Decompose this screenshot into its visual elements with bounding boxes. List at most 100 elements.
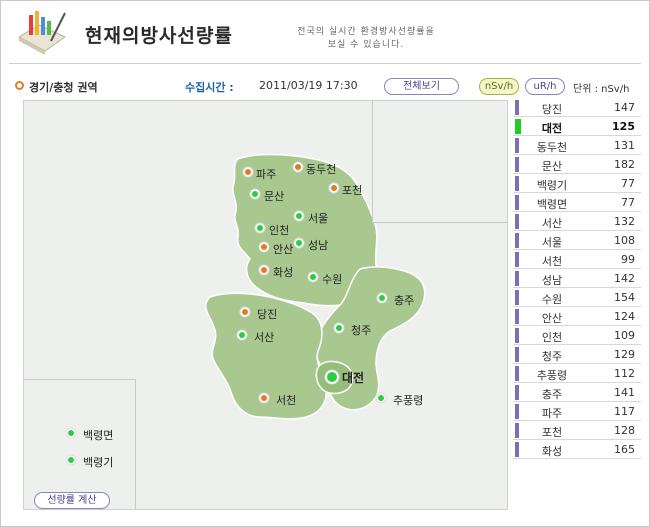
station-row[interactable]: 포천 128 (513, 421, 641, 440)
map-pin-dongducheon[interactable] (292, 161, 304, 173)
report-logo-icon (15, 7, 69, 57)
station-value: 108 (614, 234, 635, 247)
station-name[interactable]: 포천 (523, 424, 581, 440)
pin-label-baengnyeonggi[interactable]: 백령기 (83, 454, 113, 470)
station-row-marker (515, 328, 519, 343)
map-pin-chungju[interactable] (376, 292, 388, 304)
unit-text: 단위 : nSv/h (573, 84, 630, 95)
station-name[interactable]: 대전 (523, 120, 581, 136)
pin-label-seongnam[interactable]: 성남 (308, 237, 328, 253)
map-pin-daejeon[interactable] (324, 369, 340, 385)
pin-label-chupungnyeong[interactable]: 추풍령 (393, 392, 423, 408)
station-name[interactable]: 충주 (523, 386, 581, 402)
station-name[interactable]: 당진 (523, 101, 581, 117)
station-name[interactable]: 동두천 (523, 139, 581, 155)
map-pin-seocheon[interactable] (258, 392, 270, 404)
station-row[interactable]: 수원 154 (513, 288, 641, 307)
map-pin-seongnam[interactable] (293, 237, 305, 249)
unit-nsv-button[interactable]: nSv/h (479, 78, 519, 95)
pin-label-suwon[interactable]: 수원 (322, 271, 342, 287)
station-row-marker (515, 100, 519, 115)
pin-dot-dongducheon (295, 164, 301, 170)
map-pin-dangjin[interactable] (239, 306, 251, 318)
pin-label-paju[interactable]: 파주 (256, 166, 276, 182)
station-row[interactable]: 서울 108 (513, 231, 641, 250)
map-pin-chupungnyeong[interactable] (375, 392, 387, 404)
map-pin-munsan[interactable] (249, 188, 261, 200)
station-row[interactable]: 청주 129 (513, 345, 641, 364)
pin-dot-incheon (257, 225, 263, 231)
pin-label-hwaseong[interactable]: 화성 (273, 264, 293, 280)
station-name[interactable]: 문산 (523, 158, 581, 174)
station-row[interactable]: 서천 99 (513, 250, 641, 269)
map-pin-baengnyeonggi[interactable] (65, 454, 77, 466)
pin-label-ansan[interactable]: 안산 (273, 241, 293, 257)
station-name[interactable]: 성남 (523, 272, 581, 288)
station-name[interactable]: 청주 (523, 348, 581, 364)
station-row[interactable]: 충주 141 (513, 383, 641, 402)
station-row[interactable]: 성남 142 (513, 269, 641, 288)
pin-label-dangjin[interactable]: 당진 (257, 306, 277, 322)
map-pin-ansan[interactable] (258, 241, 270, 253)
station-row[interactable]: 대전 125 (513, 117, 641, 136)
map-pin-seosan[interactable] (236, 329, 248, 341)
map-pin-pocheon[interactable] (328, 182, 340, 194)
pin-dot-seoul (296, 213, 302, 219)
station-row[interactable]: 동두천 131 (513, 136, 641, 155)
page-frame: 현재의방사선량률 전국의 실시간 환경방사선량률을 보실 수 있습니다. 경기/… (0, 0, 650, 527)
station-value: 77 (621, 196, 635, 209)
pin-label-pocheon[interactable]: 포천 (342, 182, 362, 198)
station-row[interactable]: 서산 132 (513, 212, 641, 231)
pin-label-seoul[interactable]: 서울 (308, 210, 328, 226)
station-value: 141 (614, 386, 635, 399)
map-pin-hwaseong[interactable] (258, 264, 270, 276)
station-row[interactable]: 백령면 77 (513, 193, 641, 212)
station-value: 124 (614, 310, 635, 323)
station-row[interactable]: 당진 147 (513, 98, 641, 117)
pin-label-chungju[interactable]: 충주 (394, 292, 414, 308)
station-name[interactable]: 백령기 (523, 177, 581, 193)
map-pin-paju[interactable] (242, 166, 254, 178)
station-row[interactable]: 문산 182 (513, 155, 641, 174)
map-pin-suwon[interactable] (307, 271, 319, 283)
view-all-button[interactable]: 전체보기 (384, 78, 459, 95)
station-name[interactable]: 파주 (523, 405, 581, 421)
station-value: 182 (614, 158, 635, 171)
station-name[interactable]: 화성 (523, 443, 581, 459)
station-name[interactable]: 서천 (523, 253, 581, 269)
unit-ur-button[interactable]: uR/h (525, 78, 565, 95)
station-row[interactable]: 추풍령 112 (513, 364, 641, 383)
pin-label-daejeon[interactable]: 대전 (342, 369, 364, 386)
station-row-marker (515, 271, 519, 286)
station-name[interactable]: 서산 (523, 215, 581, 231)
pin-dot-chungju (379, 295, 385, 301)
station-name[interactable]: 안산 (523, 310, 581, 326)
station-row[interactable]: 백령기 77 (513, 174, 641, 193)
pin-label-cheongju[interactable]: 청주 (351, 322, 371, 338)
pin-label-munsan[interactable]: 문산 (264, 188, 284, 204)
station-name[interactable]: 서울 (523, 234, 581, 250)
map-pin-seoul[interactable] (293, 210, 305, 222)
pin-label-seocheon[interactable]: 서천 (276, 392, 296, 408)
pin-label-seosan[interactable]: 서산 (254, 329, 274, 345)
station-row-marker (515, 138, 519, 153)
collect-time-value: 2011/03/19 17:30 (259, 79, 358, 92)
map-pin-incheon[interactable] (254, 222, 266, 234)
station-row[interactable]: 안산 124 (513, 307, 641, 326)
pin-dot-chupungnyeong (378, 395, 384, 401)
pin-label-baengnyeongmyeon[interactable]: 백령면 (83, 427, 113, 443)
pin-dot-seongnam (296, 240, 302, 246)
subtitle-line-1: 전국의 실시간 환경방사선량률을 (297, 27, 435, 37)
station-row-marker (515, 195, 519, 210)
map-pin-cheongju[interactable] (333, 322, 345, 334)
pin-label-incheon[interactable]: 인천 (269, 222, 289, 238)
station-name[interactable]: 수원 (523, 291, 581, 307)
station-name[interactable]: 인천 (523, 329, 581, 345)
station-row[interactable]: 인천 109 (513, 326, 641, 345)
station-row[interactable]: 화성 165 (513, 440, 641, 459)
station-name[interactable]: 추풍령 (523, 367, 581, 383)
station-row[interactable]: 파주 117 (513, 402, 641, 421)
station-name[interactable]: 백령면 (523, 196, 581, 212)
pin-label-dongducheon[interactable]: 동두천 (306, 161, 336, 177)
map-pin-baengnyeongmyeon[interactable] (65, 427, 77, 439)
